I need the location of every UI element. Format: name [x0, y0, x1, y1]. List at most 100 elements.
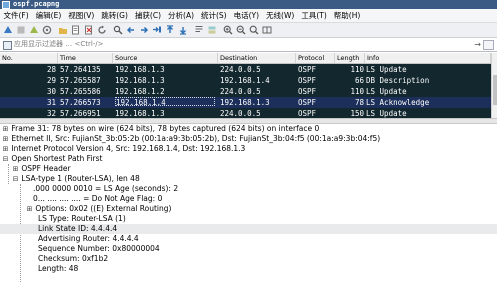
- menu-wireless[interactable]: 无线(W): [263, 9, 298, 22]
- menu-help[interactable]: 帮助(H): [330, 9, 364, 22]
- tree-item-frame[interactable]: ⊞ Frame 31: 78 bytes on wire (624 bits),…: [2, 124, 320, 134]
- tree-item-sequence-number[interactable]: Sequence Number: 0x80000004: [38, 244, 160, 254]
- column-header-length[interactable]: Length: [335, 53, 365, 63]
- menu-file[interactable]: 文件(F): [0, 9, 32, 22]
- filter-expression-icon[interactable]: [483, 40, 494, 50]
- packet-source: 192.168.1.3: [115, 109, 165, 118]
- column-header-source[interactable]: Source: [113, 53, 218, 63]
- menu-statistics[interactable]: 统计(S): [198, 9, 231, 22]
- close-file-icon[interactable]: [84, 25, 94, 35]
- tree-item-ls-type[interactable]: LS Type: Router-LSA (1): [38, 214, 126, 224]
- packet-details-pane: ⊞ Frame 31: 78 bytes on wire (624 bits),…: [0, 124, 497, 288]
- packet-time: 57.264135: [60, 65, 101, 74]
- colorize-icon[interactable]: [207, 25, 217, 35]
- capture-options-icon[interactable]: [42, 25, 52, 35]
- find-packet-icon[interactable]: [113, 25, 123, 35]
- auto-scroll-icon[interactable]: [194, 25, 204, 35]
- last-packet-icon[interactable]: [178, 25, 188, 35]
- tree-item-checksum[interactable]: Checksum: 0xf1b2: [38, 254, 108, 264]
- restart-capture-icon[interactable]: [29, 25, 39, 35]
- packet-info: LS Update: [366, 65, 407, 74]
- tree-item-label: Open Shortest Path First: [11, 154, 103, 163]
- go-to-packet-icon[interactable]: [152, 25, 162, 35]
- expand-icon[interactable]: ⊞: [2, 124, 9, 134]
- menu-go[interactable]: 跳转(G): [98, 9, 132, 22]
- packet-destination: 192.168.1.3: [220, 98, 270, 107]
- stop-capture-icon[interactable]: [16, 25, 26, 35]
- expand-icon[interactable]: ⊞: [2, 144, 9, 154]
- packet-row[interactable]: 29 57.265587 192.168.1.3 192.168.1.4 OSPF 66 D…: [0, 75, 491, 86]
- tree-guide-line: [8, 164, 9, 184]
- shark-fin-start-icon[interactable]: [3, 25, 13, 35]
- tree-item-label: LSA-type 1 (Router-LSA), len 48: [21, 174, 140, 183]
- tree-item-advertising-router[interactable]: Advertising Router: 4.4.4.4: [38, 234, 139, 244]
- packet-info: LS Acknowledge: [366, 98, 430, 107]
- packet-length: 110: [350, 65, 364, 74]
- packet-list-scrollbar[interactable]: [491, 53, 497, 118]
- go-forward-icon[interactable]: [139, 25, 149, 35]
- packet-row-selected[interactable]: 31 57.266573 192.168.1.4 192.168.1.3 OSPF 78 L…: [0, 97, 491, 108]
- packet-no: 30: [46, 87, 56, 96]
- packet-info: LS Update: [366, 109, 407, 118]
- menu-bar: 文件(F) 编辑(E) 视图(V) 跳转(G) 捕获(C) 分析(A) 统计(S) 电话(Y)…: [0, 9, 497, 23]
- scrollbar-thumb[interactable]: [493, 75, 497, 105]
- zoom-out-icon[interactable]: [236, 25, 246, 35]
- tree-item-ospf[interactable]: ⊟ Open Shortest Path First: [2, 154, 103, 164]
- tree-item-options[interactable]: ⊞ Options: 0x02 ((E) External Routing): [26, 204, 172, 214]
- column-header-time[interactable]: Time: [58, 53, 113, 63]
- packet-no: 28: [46, 65, 56, 74]
- menu-capture[interactable]: 捕获(C): [131, 9, 164, 22]
- display-filter-input[interactable]: 应用显示过滤器 … <Ctrl-/>: [14, 38, 104, 51]
- save-file-icon[interactable]: [71, 25, 81, 35]
- packet-row[interactable]: 32 57.266951 192.168.1.3 224.0.0.5 OSPF 150 LS…: [0, 108, 491, 118]
- menu-edit[interactable]: 编辑(E): [32, 9, 65, 22]
- tree-item-label: Ethernet II, Src: FujianSt_3b:05:2b (00:…: [11, 134, 381, 143]
- collapse-icon[interactable]: ⊟: [2, 154, 9, 164]
- normal-size-icon[interactable]: [249, 25, 259, 35]
- menu-view[interactable]: 视图(V): [65, 9, 98, 22]
- filter-bookmark-icon[interactable]: [3, 41, 12, 50]
- packet-row[interactable]: 28 57.264135 192.168.1.3 224.0.0.5 OSPF 110 LS…: [0, 64, 491, 75]
- tree-item-ethernet[interactable]: ⊞ Ethernet II, Src: FujianSt_3b:05:2b (0…: [2, 134, 381, 144]
- app-icon: [2, 1, 10, 9]
- packet-time: 57.266573: [60, 98, 101, 107]
- column-header-destination[interactable]: Destination: [218, 53, 296, 63]
- packet-length: 78: [354, 98, 364, 107]
- display-filter-bar[interactable]: 应用显示过滤器 … <Ctrl-/> →: [0, 38, 497, 52]
- tree-item-lsa[interactable]: ⊟ LSA-type 1 (Router-LSA), len 48: [12, 174, 140, 184]
- apply-filter-arrow-icon[interactable]: →: [474, 40, 481, 49]
- packet-time: 57.266951: [60, 109, 101, 118]
- open-file-icon[interactable]: [58, 25, 68, 35]
- packet-row[interactable]: 30 57.265586 192.168.1.2 224.0.0.5 OSPF 110 LS…: [0, 86, 491, 97]
- title-bar: ospf.pcapng: [0, 0, 497, 9]
- column-header-no[interactable]: No.: [0, 53, 58, 63]
- packet-destination: 224.0.0.5: [220, 109, 261, 118]
- tree-item-ip[interactable]: ⊞ Internet Protocol Version 4, Src: 192.…: [2, 144, 246, 154]
- packet-list: No. Time Source Destination Protocol Len…: [0, 53, 491, 118]
- packet-info: LS Update: [366, 87, 407, 96]
- column-header-info[interactable]: Info: [365, 53, 491, 63]
- tree-item-label: Frame 31: 78 bytes on wire (624 bits), 7…: [11, 124, 320, 133]
- menu-tools[interactable]: 工具(T): [298, 9, 330, 22]
- main-toolbar: [0, 23, 497, 38]
- resize-columns-icon[interactable]: [262, 25, 272, 35]
- expand-icon[interactable]: ⊞: [26, 204, 33, 214]
- tree-item-dna-flag[interactable]: 0... .... .... .... = Do Not Age Flag: 0: [33, 194, 162, 204]
- go-back-icon[interactable]: [126, 25, 136, 35]
- expand-icon[interactable]: ⊞: [12, 164, 19, 174]
- zoom-in-icon[interactable]: [223, 25, 233, 35]
- column-header-protocol[interactable]: Protocol: [296, 53, 335, 63]
- tree-item-label: LS Type: Router-LSA (1): [38, 214, 126, 223]
- collapse-icon[interactable]: ⊟: [12, 174, 19, 184]
- tree-item-link-state-id[interactable]: Link State ID: 4.4.4.4: [0, 224, 497, 234]
- expand-icon[interactable]: ⊞: [2, 134, 9, 144]
- tree-item-label: Link State ID: 4.4.4.4: [38, 224, 118, 233]
- menu-telephony[interactable]: 电话(Y): [230, 9, 262, 22]
- tree-item-ospf-header[interactable]: ⊞ OSPF Header: [12, 164, 71, 174]
- reload-file-icon[interactable]: [97, 25, 107, 35]
- tree-item-length[interactable]: Length: 48: [38, 264, 78, 274]
- menu-analyze[interactable]: 分析(A): [165, 9, 198, 22]
- packet-no: 32: [46, 109, 56, 118]
- tree-item-ls-age[interactable]: .000 0000 0010 = LS Age (seconds): 2: [33, 184, 178, 194]
- first-packet-icon[interactable]: [165, 25, 175, 35]
